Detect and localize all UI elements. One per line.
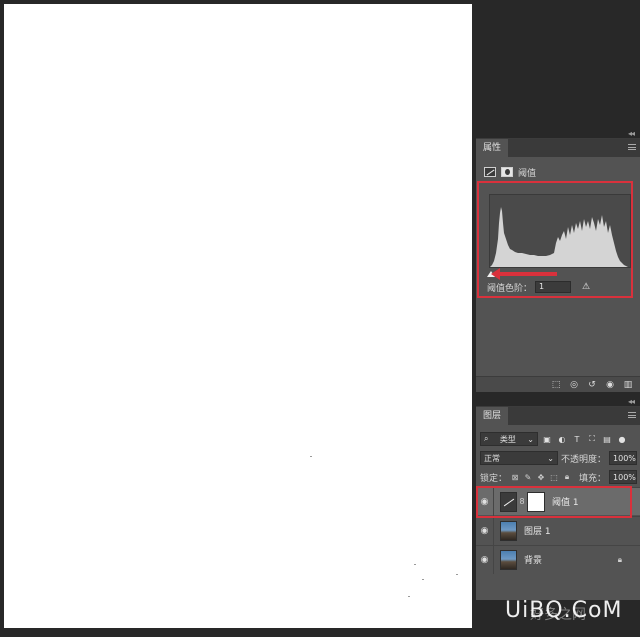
properties-footer: ⬚ ◎ ↺ ◉ ▥	[476, 376, 640, 392]
highlight-box-layer	[476, 486, 632, 518]
adjustment-header: 阈值	[484, 165, 536, 179]
lock-artboard-icon[interactable]: ⬚	[549, 472, 559, 482]
canvas-speck	[310, 456, 312, 457]
filter-smart-object-icon[interactable]: ▤	[601, 433, 613, 445]
properties-tabbar: 属性	[476, 139, 640, 157]
lock-row: 锁定： ⊠ ✎ ✥ ⬚ 🔒︎ 填充： 100%	[480, 469, 638, 485]
photoshop-workspace: ◂◂ 属性 阈值 阈值色阶： 1 ⚠ ⬚ ◎ ↺ ◉ ▥ ◂◂ 图层 ⌕ 类型 …	[0, 0, 640, 637]
threshold-histogram[interactable]	[489, 194, 631, 268]
filter-search-icon: ⌕	[484, 434, 489, 443]
tab-properties[interactable]: 属性	[476, 139, 509, 157]
threshold-level-row: 阈值色阶： 1 ⚠	[487, 280, 590, 294]
threshold-level-label: 阈值色阶：	[487, 283, 533, 294]
layers-tabbar: 图层	[476, 407, 640, 425]
fill-input[interactable]: 100%	[609, 470, 638, 484]
view-previous-icon[interactable]: ◎	[568, 380, 580, 390]
layer-thumbnail	[500, 549, 517, 570]
tab-layers[interactable]: 图层	[476, 407, 509, 425]
filter-pixel-icon[interactable]: ▣	[541, 433, 553, 445]
layer-name: 背景	[524, 556, 543, 566]
trash-icon[interactable]: ▥	[622, 380, 634, 390]
chevron-down-icon: ⌄	[527, 434, 534, 444]
filter-kind-select[interactable]: ⌕ 类型 ⌄	[480, 432, 538, 446]
visibility-icon[interactable]: ◉	[604, 380, 616, 390]
histogram-graph	[490, 207, 630, 267]
fill-label: 填充：	[579, 473, 607, 484]
layer-mask-icon[interactable]	[501, 167, 513, 177]
threshold-adjustment-icon[interactable]	[484, 167, 496, 177]
canvas-speck	[414, 564, 416, 565]
filter-shape-icon[interactable]: ⛶	[586, 433, 598, 445]
layer-row-background[interactable]: ◉ 背景 🔒︎	[476, 545, 640, 574]
blend-mode-select[interactable]: 正常 ⌄	[480, 451, 558, 465]
threshold-level-input[interactable]: 1	[535, 281, 572, 293]
filter-type-icon[interactable]: T	[571, 433, 583, 445]
layer-row-layer1[interactable]: ◉ 图层 1	[476, 516, 640, 545]
panel-menu-icon[interactable]	[628, 144, 636, 150]
layer-thumbnail	[500, 520, 517, 541]
opacity-label: 不透明度：	[561, 454, 607, 465]
lock-image-icon[interactable]: ✎	[523, 472, 533, 482]
layer-lock-icon: 🔒︎	[617, 555, 622, 564]
canvas-speck	[422, 579, 424, 580]
canvas-speck	[408, 596, 410, 597]
opacity-input[interactable]: 100%	[609, 451, 638, 465]
watermark: UiBQ.CoM	[505, 598, 623, 623]
layers-menu-icon[interactable]	[628, 412, 636, 418]
lock-transparent-icon[interactable]: ⊠	[510, 472, 520, 482]
layer-visibility-toggle[interactable]: ◉	[476, 545, 494, 574]
lock-label: 锁定：	[480, 473, 508, 484]
clip-to-layer-icon[interactable]: ⬚	[550, 380, 562, 390]
filter-adjustment-icon[interactable]: ◐	[556, 433, 568, 445]
layer-visibility-toggle[interactable]: ◉	[476, 516, 494, 545]
blend-row: 正常 ⌄ 不透明度： 100%	[480, 450, 638, 466]
filter-toggle-icon[interactable]: ●	[616, 433, 628, 445]
layer-filter-row: ⌕ 类型 ⌄ ▣ ◐ T ⛶ ▤ ●	[480, 431, 628, 447]
lock-all-icon[interactable]: 🔒︎	[562, 472, 572, 482]
warning-icon[interactable]: ⚠	[582, 282, 590, 292]
reset-icon[interactable]: ↺	[586, 380, 598, 390]
blend-mode-value: 正常	[484, 453, 500, 463]
highlight-box-histogram: 阈值色阶： 1 ⚠	[477, 181, 633, 298]
filter-kind-value: 类型	[499, 434, 516, 444]
eye-icon: ◉	[480, 525, 489, 536]
properties-panel: 属性 阈值 阈值色阶： 1 ⚠ ⬚ ◎ ↺ ◉ ▥	[476, 138, 640, 392]
threshold-slider[interactable]	[487, 268, 633, 280]
layer-name: 图层 1	[524, 527, 551, 537]
chevron-down-icon: ⌄	[547, 453, 554, 463]
canvas-speck	[456, 574, 458, 575]
canvas-area	[0, 0, 474, 637]
document-canvas[interactable]	[4, 4, 472, 628]
adjustment-name: 阈值	[518, 168, 537, 179]
eye-icon: ◉	[480, 554, 489, 565]
collapse-layers-icon[interactable]: ◂◂	[628, 397, 635, 406]
right-dock: ◂◂ 属性 阈值 阈值色阶： 1 ⚠ ⬚ ◎ ↺ ◉ ▥ ◂◂ 图层 ⌕ 类型 …	[474, 0, 640, 637]
collapse-panels-icon[interactable]: ◂◂	[628, 129, 635, 138]
annotation-arrow	[491, 268, 557, 280]
lock-position-icon[interactable]: ✥	[536, 472, 546, 482]
